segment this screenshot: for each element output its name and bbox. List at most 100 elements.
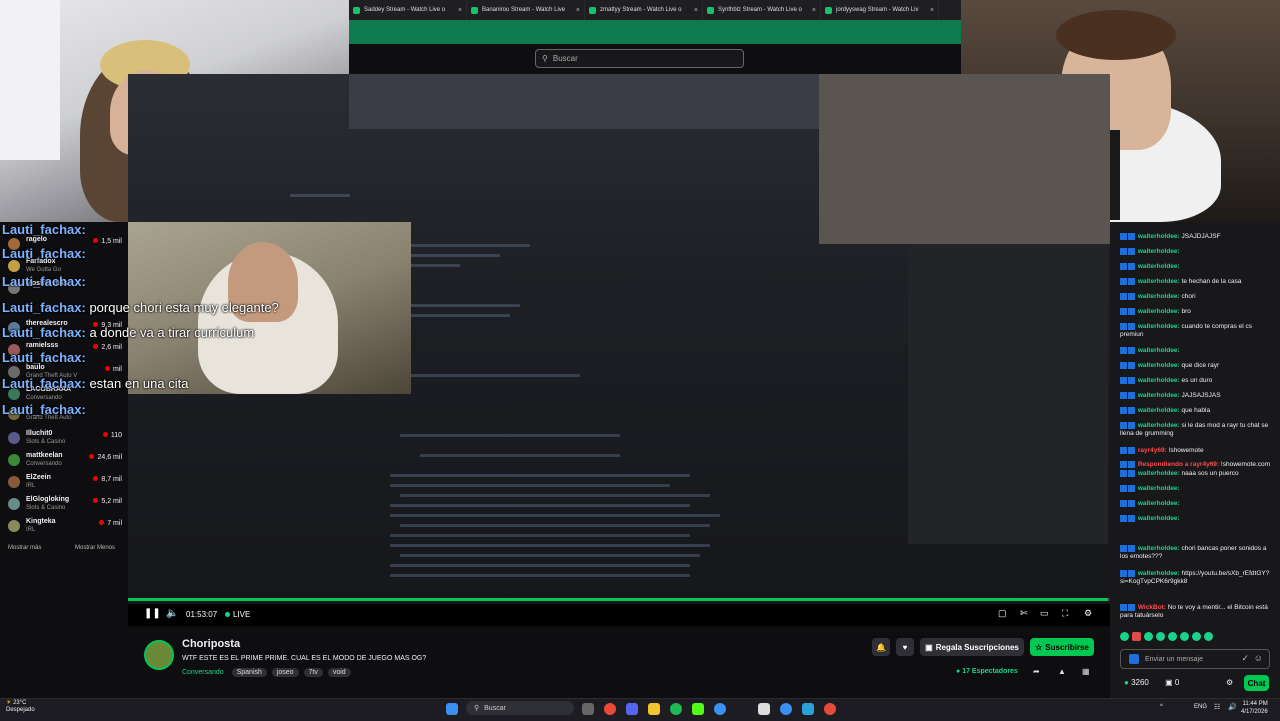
chat-username[interactable]: walterholdee: xyxy=(1138,545,1180,552)
task-view-icon[interactable] xyxy=(582,703,594,715)
language-indicator[interactable]: ENG xyxy=(1194,704,1207,710)
emote-icon[interactable] xyxy=(1144,632,1153,641)
emote-icon[interactable] xyxy=(1132,632,1141,641)
clip-icon[interactable]: ✄ xyxy=(1020,608,1028,619)
search-input[interactable]: ⚲ Buscar xyxy=(535,49,744,68)
chat-username[interactable]: walterholdee: xyxy=(1138,263,1180,270)
category-link[interactable]: Conversando xyxy=(182,669,224,676)
channel-name[interactable]: Choriposta xyxy=(182,638,240,650)
sidebar-channel[interactable]: ElGlogloking Slots & Casino 5,2 mil xyxy=(4,496,126,516)
share-icon[interactable]: ➦ xyxy=(1033,667,1040,676)
pause-icon[interactable]: ❚❚ xyxy=(144,608,161,619)
browser-tab[interactable]: Synthblz Stream - Watch Live o × xyxy=(703,0,821,20)
close-icon[interactable]: × xyxy=(694,7,698,14)
chat-username[interactable]: walterholdee: xyxy=(1138,485,1180,492)
chat-username[interactable]: walterholdee: xyxy=(1138,233,1180,240)
chat-username[interactable]: WickBot: xyxy=(1138,604,1166,611)
spotify-icon[interactable] xyxy=(670,703,682,715)
search-icon: ⚲ xyxy=(474,705,480,712)
chat-username[interactable]: walterholdee: xyxy=(1138,515,1180,522)
emote-icon[interactable] xyxy=(1156,632,1165,641)
browser-icon[interactable] xyxy=(780,703,792,715)
sidebar-channel[interactable]: mattkeelan Conversando 24,6 mil xyxy=(4,452,126,472)
discord-icon[interactable] xyxy=(626,703,638,715)
emote-icon[interactable] xyxy=(1168,632,1177,641)
chrome-icon[interactable] xyxy=(604,703,616,715)
chat-username[interactable]: walterholdee: xyxy=(1138,377,1180,384)
more-icon[interactable]: ▦ xyxy=(1082,667,1090,676)
chat-username[interactable]: walterholdee: xyxy=(1138,248,1180,255)
volume-icon[interactable]: 🔊 xyxy=(1228,703,1237,711)
windows-start-icon[interactable] xyxy=(446,703,458,715)
app-icon[interactable] xyxy=(758,703,770,715)
taskbar-search[interactable]: ⚲ Buscar xyxy=(466,701,574,715)
file-explorer-icon[interactable] xyxy=(648,703,660,715)
mute-icon[interactable]: 🔈 xyxy=(166,608,178,619)
emote-icon[interactable] xyxy=(1204,632,1213,641)
app-icon[interactable] xyxy=(802,703,814,715)
badge-icon[interactable] xyxy=(1129,654,1139,664)
browser-tab[interactable]: Saddey Stream - Watch Live o × xyxy=(349,0,467,20)
settings-icon[interactable]: ⚙ xyxy=(1084,608,1092,619)
chat-username[interactable]: Respondiendo a rayr4y69: xyxy=(1138,461,1219,468)
gift-subs-button[interactable]: ▣ Regala Suscripciones xyxy=(920,638,1024,656)
fullscreen-icon[interactable]: ⛶ xyxy=(1062,608,1068,619)
badge-icon xyxy=(1128,422,1135,429)
sidebar-channel[interactable]: Kingteka IRL 7 mil xyxy=(4,518,126,538)
chat-username[interactable]: walterholdee: xyxy=(1138,278,1180,285)
emote-icon[interactable] xyxy=(1180,632,1189,641)
weather-widget[interactable]: ☀ 23°C Despejado xyxy=(6,700,35,714)
follow-button[interactable]: ♥ xyxy=(896,638,914,656)
chat-username[interactable]: walterholdee: xyxy=(1138,392,1180,399)
pip-icon[interactable]: ▢ xyxy=(998,608,1007,619)
chat-input[interactable]: Enviar un mensaje ✓ ☺ xyxy=(1120,649,1270,669)
chat-text: que dice rayr xyxy=(1181,362,1220,370)
tag[interactable]: 7tv xyxy=(303,668,323,677)
chat-username[interactable]: rayr4y69: xyxy=(1138,447,1167,454)
chat-username[interactable]: walterholdee: xyxy=(1138,422,1180,429)
chat-username[interactable]: walterholdee: xyxy=(1138,500,1180,507)
network-icon[interactable]: ☷ xyxy=(1214,703,1220,711)
tag[interactable]: void xyxy=(327,668,351,677)
subscribe-button[interactable]: ☆ Suscribirse xyxy=(1030,638,1094,656)
notification-button[interactable]: 🔔 xyxy=(872,638,890,656)
channel-avatar[interactable] xyxy=(144,640,174,670)
close-icon[interactable]: × xyxy=(930,7,934,14)
chat-username[interactable]: walterholdee: xyxy=(1138,323,1180,330)
emoji-icon[interactable]: ☺ xyxy=(1254,653,1263,663)
sidebar-channel[interactable]: ElZeein IRL 8,7 mil xyxy=(4,474,126,494)
chat-username[interactable]: walterholdee: xyxy=(1138,407,1180,414)
chat-username[interactable]: walterholdee: xyxy=(1138,347,1180,354)
chat-username[interactable]: walterholdee: xyxy=(1138,362,1180,369)
settings-icon[interactable]: ⚙ xyxy=(1226,678,1233,687)
app-icon[interactable] xyxy=(824,703,836,715)
theater-icon[interactable]: ▭ xyxy=(1040,608,1049,619)
show-less-link[interactable]: Mostrar Menos xyxy=(75,545,115,551)
close-icon[interactable]: × xyxy=(458,7,462,14)
points-value[interactable]: 3260 xyxy=(1131,678,1149,687)
chat-username[interactable]: walterholdee: xyxy=(1138,293,1180,300)
close-icon[interactable]: × xyxy=(576,7,580,14)
chat-username[interactable]: walterholdee: xyxy=(1138,308,1180,315)
emote-picker-icon[interactable]: ✓ xyxy=(1241,653,1249,664)
channel-avatar xyxy=(8,520,20,532)
browser-tab[interactable]: zmattyy Stream - Watch Live o × xyxy=(585,0,703,20)
browser-tab[interactable]: Bananirou Stream - Watch Live × xyxy=(467,0,585,20)
chat-username[interactable]: walterholdee: xyxy=(1138,570,1180,577)
sidebar-channel[interactable]: Illuchit0 Slots & Casino 110 xyxy=(4,430,126,450)
close-icon[interactable]: × xyxy=(812,7,816,14)
tag[interactable]: joseo xyxy=(271,668,299,677)
clock[interactable]: 11:44 PM 4/17/2026 xyxy=(1241,700,1268,716)
show-more-link[interactable]: Mostrar más xyxy=(8,545,41,551)
channel-info: Choriposta WTF ESTE ES EL PRIME PRIME. C… xyxy=(128,626,1110,700)
tag[interactable]: Spanish xyxy=(231,668,267,677)
emote-icon[interactable] xyxy=(1120,632,1129,641)
emote-icon[interactable] xyxy=(1192,632,1201,641)
chat-username[interactable]: walterholdee: xyxy=(1138,470,1180,477)
browser-tab[interactable]: jordyyswag Stream - Watch Liv × xyxy=(821,0,939,20)
chat-send-button[interactable]: Chat xyxy=(1244,675,1269,691)
report-icon[interactable]: ▲ xyxy=(1058,667,1066,676)
edge-icon[interactable] xyxy=(714,703,726,715)
kick-icon[interactable] xyxy=(692,703,704,715)
tray-chevron-icon[interactable]: ^ xyxy=(1160,704,1163,710)
